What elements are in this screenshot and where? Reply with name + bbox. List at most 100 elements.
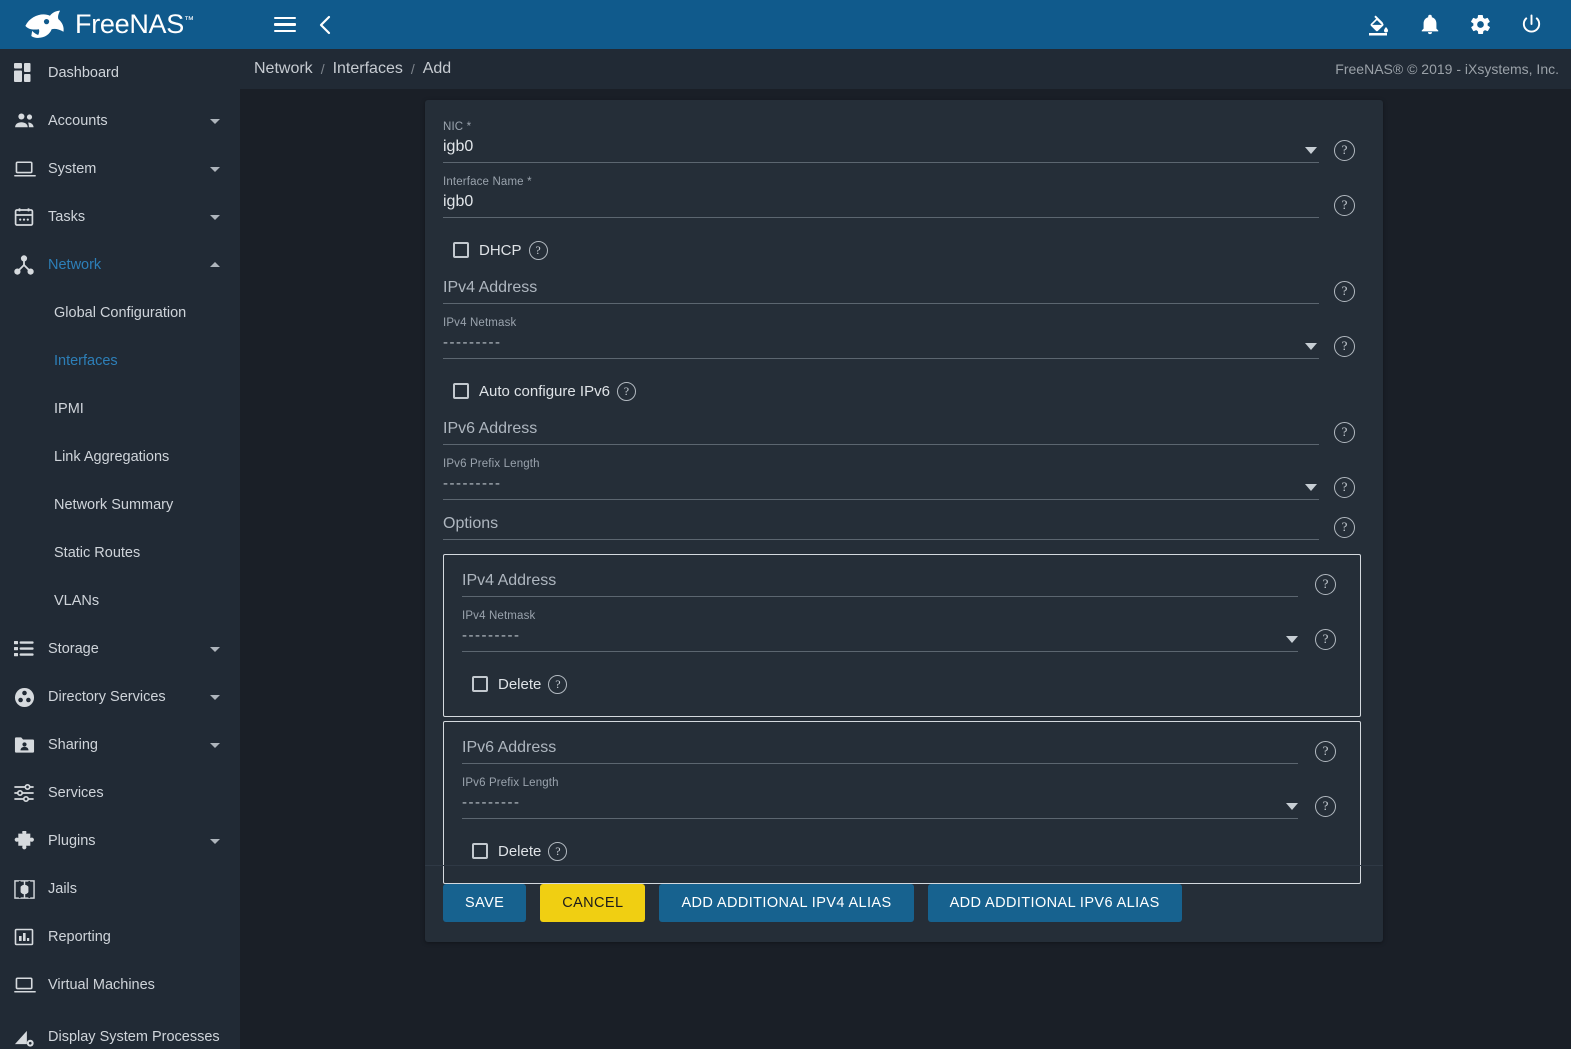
help-icon[interactable]: ?	[548, 841, 568, 861]
add-additional-ipv6-alias-button[interactable]: ADD ADDITIONAL IPV6 ALIAS	[927, 884, 1182, 922]
chevron-down-icon[interactable]	[208, 738, 222, 752]
sidebar-label: System	[48, 160, 97, 177]
alias-ipv6-delete-checkbox[interactable]	[472, 843, 488, 859]
help-icon[interactable]: ?	[1334, 477, 1355, 498]
field-label: NIC *	[443, 121, 472, 133]
main-content-area: NIC * igb0 ? Interface Name * igb0 ? DHC…	[240, 89, 1571, 1049]
field-ipv4-address: IPv4 Address ?	[443, 276, 1361, 304]
help-icon[interactable]: ?	[1334, 195, 1355, 216]
chevron-down-icon[interactable]	[208, 114, 222, 128]
sidebar-item-dashboard[interactable]: Dashboard	[0, 49, 240, 97]
help-icon[interactable]: ?	[528, 240, 548, 260]
chevron-down-icon[interactable]	[1305, 484, 1317, 491]
add-interface-form-card: NIC * igb0 ? Interface Name * igb0 ? DHC…	[425, 100, 1383, 942]
ipv4-netmask-select[interactable]: ---------	[443, 331, 1319, 359]
topbar-left-controls	[274, 15, 332, 35]
sidebar-item-sharing[interactable]: Sharing	[0, 721, 240, 769]
chevron-down-icon[interactable]	[208, 210, 222, 224]
chevron-up-icon[interactable]	[208, 258, 222, 272]
help-icon[interactable]: ?	[1334, 140, 1355, 161]
breadcrumb-separator: /	[320, 61, 325, 77]
save-button[interactable]: SAVE	[443, 884, 527, 922]
chevron-left-icon[interactable]	[318, 15, 332, 35]
breadcrumb: Network / Interfaces / Add	[254, 60, 451, 78]
sidebar-item-reporting[interactable]: Reporting	[0, 913, 240, 961]
form-action-buttons: SAVE CANCEL ADD ADDITIONAL IPV4 ALIAS AD…	[425, 865, 1383, 942]
alias-ipv6-prefix-select[interactable]: ---------	[462, 791, 1298, 819]
help-icon[interactable]: ?	[1334, 517, 1355, 538]
help-icon[interactable]: ?	[1334, 336, 1355, 357]
chevron-down-icon[interactable]	[1286, 636, 1298, 643]
breadcrumb-item-add[interactable]: Add	[423, 60, 451, 78]
sidebar-label: Directory Services	[48, 688, 166, 705]
help-icon[interactable]: ?	[1315, 574, 1336, 595]
help-icon[interactable]: ?	[548, 674, 568, 694]
sidebar-sublabel: IPMI	[54, 401, 84, 417]
settings-gear-icon[interactable]	[1469, 13, 1492, 36]
alias-ipv4-netmask-select[interactable]: ---------	[462, 624, 1298, 652]
sidebar-subitem-network-summary[interactable]: Network Summary	[0, 481, 240, 529]
help-icon[interactable]: ?	[1315, 741, 1336, 762]
alias-ipv4-delete-checkbox[interactable]	[472, 676, 488, 692]
ipv4-alias-group: IPv4 Address ? IPv4 Netmask --------- ?	[443, 554, 1361, 717]
help-icon[interactable]: ?	[616, 381, 636, 401]
help-icon[interactable]: ?	[1315, 629, 1336, 650]
brand-logo-area[interactable]: FreeNAS™	[0, 0, 240, 49]
sidebar-item-virtual-machines[interactable]: Virtual Machines	[0, 961, 240, 1009]
interface-name-input[interactable]: igb0	[443, 190, 1319, 218]
sidebar-sublabel: VLANs	[54, 593, 100, 609]
chevron-down-icon[interactable]	[1305, 147, 1317, 154]
ipv6-prefix-length-select[interactable]: ---------	[443, 472, 1319, 500]
field-ipv6-address: IPv6 Address ?	[443, 417, 1361, 445]
sidebar-item-accounts[interactable]: Accounts	[0, 97, 240, 145]
sidebar-subitem-static-routes[interactable]: Static Routes	[0, 529, 240, 577]
sidebar-subitem-vlans[interactable]: VLANs	[0, 577, 240, 625]
dhcp-checkbox[interactable]	[453, 242, 469, 258]
chevron-down-icon[interactable]	[208, 690, 222, 704]
hamburger-menu-icon[interactable]	[274, 16, 296, 33]
help-icon[interactable]: ?	[1334, 281, 1355, 302]
chevron-down-icon[interactable]	[208, 834, 222, 848]
sidebar-item-jails[interactable]: Jails	[0, 865, 240, 913]
sidebar-item-display-system-processes[interactable]: Display System Processes	[0, 1009, 240, 1049]
sidebar-subitem-link-aggregations[interactable]: Link Aggregations	[0, 433, 240, 481]
auto-configure-ipv6-checkbox[interactable]	[453, 383, 469, 399]
sidebar-subitem-ipmi[interactable]: IPMI	[0, 385, 240, 433]
sidebar-subitem-interfaces[interactable]: Interfaces	[0, 337, 240, 385]
help-icon[interactable]: ?	[1334, 422, 1355, 443]
alias-ipv4-address-input[interactable]: IPv4 Address	[462, 569, 1298, 597]
sidebar-item-plugins[interactable]: Plugins	[0, 817, 240, 865]
breadcrumb-item-network[interactable]: Network	[254, 60, 313, 78]
cancel-button[interactable]: CANCEL	[540, 884, 646, 922]
options-input[interactable]: Options	[443, 512, 1319, 540]
terminal-gear-icon	[14, 1027, 48, 1048]
alias-ipv6-address-input[interactable]: IPv6 Address	[462, 736, 1298, 764]
sidebar-item-system[interactable]: System	[0, 145, 240, 193]
chevron-down-icon[interactable]	[1286, 803, 1298, 810]
chevron-down-icon[interactable]	[208, 162, 222, 176]
field-ipv6-prefix-length: IPv6 Prefix Length --------- ?	[443, 457, 1361, 500]
help-icon[interactable]: ?	[1315, 796, 1336, 817]
sidebar-subitem-global-configuration[interactable]: Global Configuration	[0, 289, 240, 337]
sidebar-item-storage[interactable]: Storage	[0, 625, 240, 673]
ipv4-address-input[interactable]: IPv4 Address	[443, 276, 1319, 304]
sidebar-label: Plugins	[48, 832, 96, 849]
breadcrumb-item-interfaces[interactable]: Interfaces	[333, 60, 403, 78]
sidebar-item-services[interactable]: Services	[0, 769, 240, 817]
field-auto-configure-ipv6: Auto configure IPv6 ?	[443, 371, 1361, 411]
sidebar-label: Storage	[48, 640, 99, 657]
sidebar-item-network[interactable]: Network	[0, 241, 240, 289]
sidebar-item-tasks[interactable]: Tasks	[0, 193, 240, 241]
ipv6-address-input[interactable]: IPv6 Address	[443, 417, 1319, 445]
add-additional-ipv4-alias-button[interactable]: ADD ADDITIONAL IPV4 ALIAS	[659, 884, 914, 922]
dashboard-grid-icon	[14, 63, 48, 83]
nic-select[interactable]: igb0	[443, 135, 1319, 163]
power-icon[interactable]	[1520, 13, 1543, 36]
sidebar-item-directory-services[interactable]: Directory Services	[0, 673, 240, 721]
theme-picker-icon[interactable]	[1367, 13, 1391, 37]
chevron-down-icon[interactable]	[1305, 343, 1317, 350]
field-alias-ipv4-delete: Delete ?	[462, 664, 1340, 704]
puzzle-piece-icon	[14, 830, 48, 852]
chevron-down-icon[interactable]	[208, 642, 222, 656]
notifications-bell-icon[interactable]	[1419, 13, 1441, 37]
